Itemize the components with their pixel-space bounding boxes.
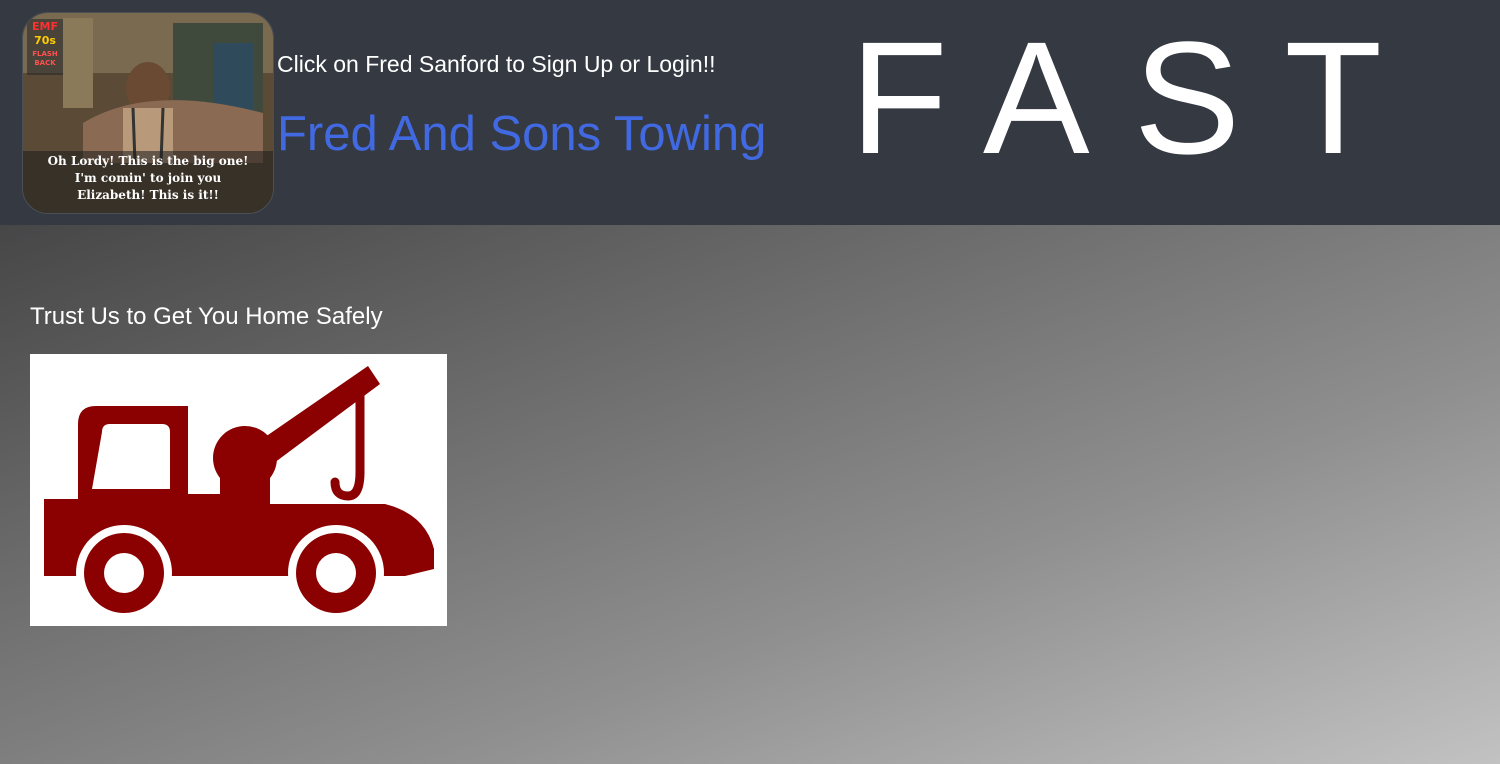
fred-sanford-login-image[interactable]: Oh Lordy! This is the big one! I'm comin… bbox=[22, 12, 274, 214]
fred-sanford-photo: Oh Lordy! This is the big one! I'm comin… bbox=[23, 13, 273, 213]
caption-line-2: I'm comin' to join you bbox=[75, 171, 222, 185]
tow-truck-image bbox=[30, 354, 447, 626]
brand-title: Fred And Sons Towing bbox=[277, 107, 767, 161]
tow-truck-icon bbox=[44, 366, 434, 621]
badge-line-4: BACK bbox=[34, 59, 56, 67]
caption-line-1: Oh Lordy! This is the big one! bbox=[48, 154, 249, 168]
signup-login-link[interactable]: Click on Fred Sanford to Sign Up or Logi… bbox=[277, 51, 716, 78]
tagline: Trust Us to Get You Home Safely bbox=[30, 303, 383, 330]
badge-line-2: 70s bbox=[34, 34, 56, 47]
badge-line-1: EMF bbox=[32, 20, 58, 33]
fast-heading: FAST bbox=[850, 8, 1427, 187]
caption-line-3: Elizabeth! This is it!! bbox=[77, 188, 219, 202]
site-header: Oh Lordy! This is the big one! I'm comin… bbox=[0, 0, 1500, 225]
badge-line-3: FLASH bbox=[32, 50, 58, 58]
